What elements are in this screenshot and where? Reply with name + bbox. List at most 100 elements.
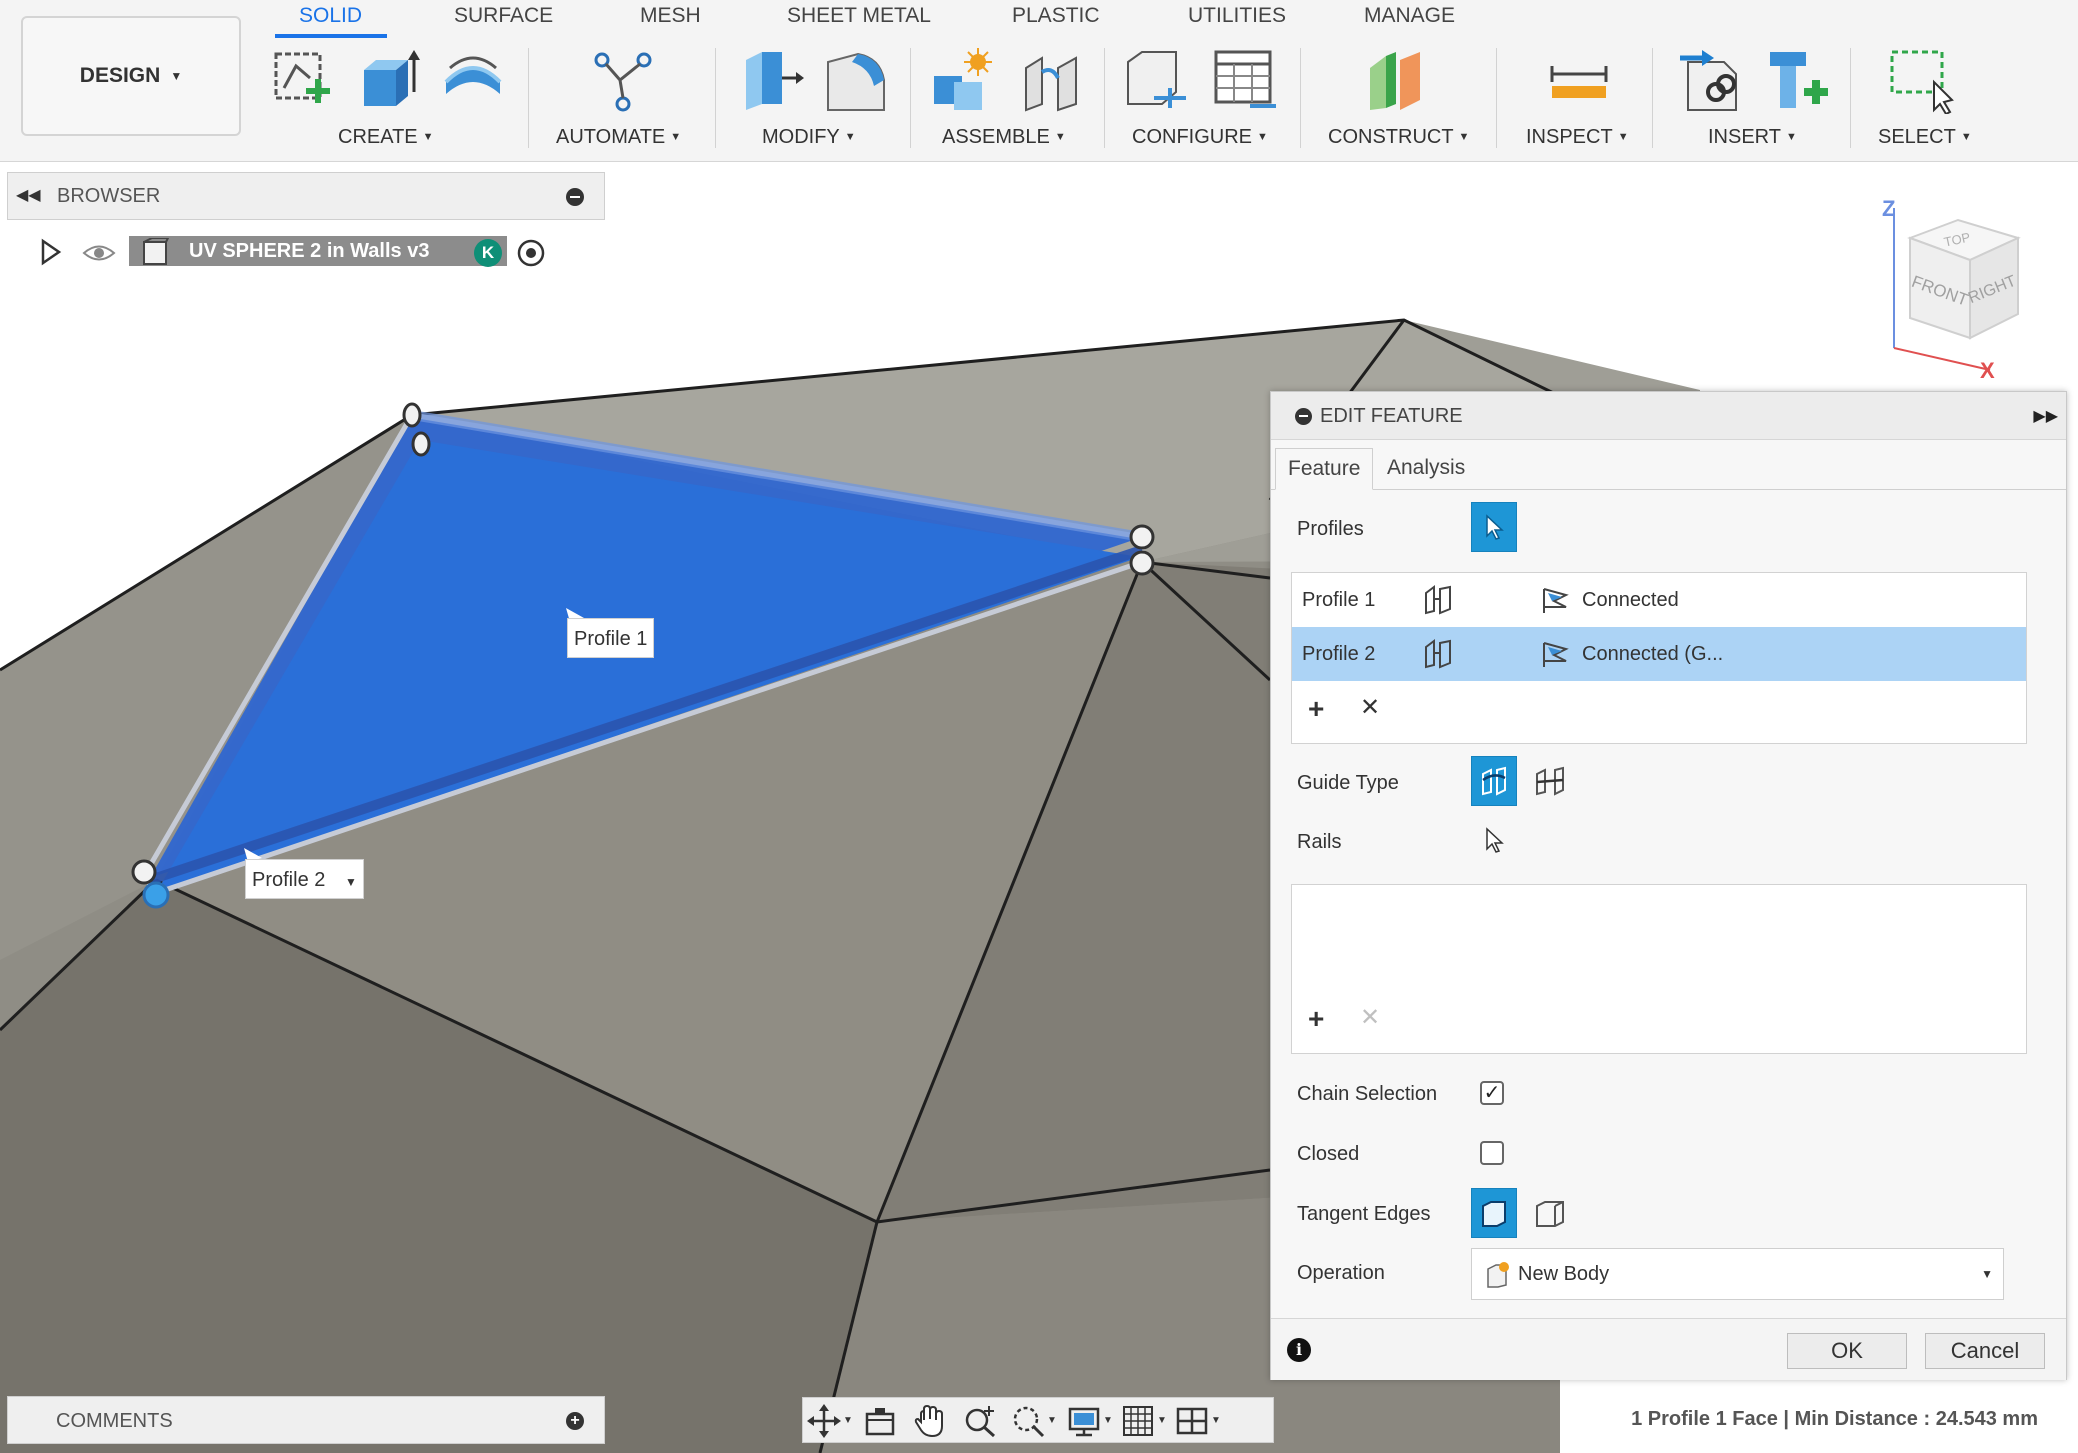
collapse-panel-icon[interactable]: ◀◀ [16,185,41,205]
chevron-down-icon: ▼ [670,131,682,143]
guide-type-rails-button[interactable] [1471,756,1517,806]
measure-icon[interactable] [1546,48,1612,114]
comments-title: COMMENTS [56,1410,173,1432]
assemble-group[interactable]: ASSEMBLE ▼ [942,126,1066,149]
workspace-label: DESIGN [79,64,161,87]
tab-mesh[interactable]: MESH [640,4,701,28]
tangent-edges-keep-button[interactable] [1527,1188,1573,1238]
end-condition-icon[interactable] [1540,639,1574,669]
look-at-icon[interactable] [863,1404,897,1438]
remove-profile-icon[interactable]: ✕ [1360,693,1380,722]
profile-condition[interactable]: Connected (G... [1582,643,1723,666]
zoom-icon[interactable] [963,1404,997,1438]
add-comment-icon[interactable]: + [566,1412,584,1430]
view-cube[interactable]: Z X TOP FRONT RIGHT [1880,198,2040,383]
activate-radio-icon[interactable] [516,238,546,268]
profile-orientation-icon[interactable] [1420,639,1454,669]
modify-group[interactable]: MODIFY ▼ [762,126,856,149]
cursor-arrow-icon [1486,514,1504,540]
orbit-icon[interactable] [807,1404,841,1438]
operation-dropdown[interactable]: New Body ▼ [1471,1248,2004,1300]
joint-icon[interactable] [1018,48,1084,114]
chevron-down-icon: ▼ [844,131,856,143]
minimize-icon[interactable] [566,188,584,206]
minimize-dialog-icon[interactable] [1295,408,1312,425]
end-condition-icon[interactable] [1540,585,1574,615]
fit-window-icon[interactable] [1011,1404,1045,1438]
tab-analysis[interactable]: Analysis [1375,448,1477,490]
profile-condition[interactable]: Connected [1582,589,1679,612]
chevron-down-icon: ▼ [1617,131,1629,143]
chevron-down-icon[interactable]: ▼ [1103,1415,1113,1426]
configure-icon[interactable] [1124,48,1190,114]
inspect-label: INSPECT [1526,126,1613,148]
automate-group[interactable]: AUTOMATE ▼ [556,126,681,149]
document-name[interactable]: UV SPHERE 2 in Walls v3 [129,236,507,266]
cancel-button[interactable]: Cancel [1925,1333,2045,1369]
profile-row-2[interactable]: Profile 2 Connected (G... [1292,627,2026,681]
axis-x-label: X [1980,358,1995,383]
eye-visibility-icon[interactable] [82,242,116,264]
insert-derive-icon[interactable] [1678,48,1744,114]
rails-select-button[interactable] [1471,816,1517,866]
info-icon[interactable]: i [1287,1338,1311,1362]
chain-selection-checkbox[interactable]: ✓ [1480,1081,1504,1105]
dialog-title: EDIT FEATURE [1320,405,1463,427]
rails-label: Rails [1297,831,1342,853]
new-body-icon [1487,1262,1509,1288]
browser-root-node[interactable]: UV SPHERE 2 in Walls v3 K [38,232,558,272]
tab-feature[interactable]: Feature [1275,448,1374,490]
extrude-icon[interactable] [356,48,422,114]
dialog-header: EDIT FEATURE ▶▶ [1271,392,2066,440]
insert-mcmaster-icon[interactable] [1766,48,1832,114]
tab-utilities[interactable]: UTILITIES [1188,4,1286,28]
chevron-down-icon[interactable]: ▼ [843,1415,853,1426]
select-window-icon[interactable] [1888,48,1954,114]
configuration-table-icon[interactable] [1212,48,1278,114]
profiles-select-button[interactable] [1471,502,1517,552]
select-group[interactable]: SELECT ▼ [1878,126,1972,149]
profile-name: Profile 2 [1302,643,1376,665]
inspect-group[interactable]: INSPECT ▼ [1526,126,1629,149]
closed-checkbox[interactable] [1480,1141,1504,1165]
construct-group[interactable]: CONSTRUCT ▼ [1328,126,1469,149]
guide-type-centerline-button[interactable] [1527,756,1573,806]
comments-panel[interactable]: COMMENTS + [7,1396,605,1444]
press-pull-icon[interactable] [738,48,804,114]
automate-icon[interactable] [590,48,656,114]
chevron-down-icon[interactable]: ▼ [1157,1415,1167,1426]
profile-orientation-icon[interactable] [1420,585,1454,615]
construct-plane-icon[interactable] [1364,48,1430,114]
add-rail-icon[interactable]: + [1308,1003,1324,1035]
create-group[interactable]: CREATE ▼ [338,126,434,149]
collaborator-avatar[interactable]: K [474,239,502,267]
profile-row-1[interactable]: Profile 1 Connected [1292,573,2026,627]
pan-hand-icon[interactable] [913,1404,947,1438]
viewports-icon[interactable] [1175,1404,1209,1438]
navigation-bar: ▼ ▼ ▼ ▼ ▼ [802,1397,1274,1443]
ok-button[interactable]: OK [1787,1333,1907,1369]
fillet-icon[interactable] [822,48,888,114]
tab-manage[interactable]: MANAGE [1364,4,1455,28]
create-sketch-icon[interactable] [270,48,336,114]
tab-plastic[interactable]: PLASTIC [1012,4,1100,28]
chevron-down-icon[interactable]: ▼ [1211,1415,1221,1426]
profile-1-tag[interactable]: Profile 1 [567,618,655,658]
new-component-icon[interactable] [930,48,996,114]
chevron-down-icon[interactable]: ▼ [1047,1415,1057,1426]
configure-group[interactable]: CONFIGURE ▼ [1132,126,1268,149]
tab-solid[interactable]: SOLID [299,4,362,28]
insert-group[interactable]: INSERT ▼ [1708,126,1797,149]
tab-surface[interactable]: SURFACE [454,4,553,28]
expand-dialog-icon[interactable]: ▶▶ [2033,406,2058,426]
grid-settings-icon[interactable] [1121,1404,1155,1438]
revolve-icon[interactable] [440,48,506,114]
workspace-switcher[interactable]: DESIGN ▼ [21,16,241,136]
tangent-edges-merge-button[interactable] [1471,1188,1517,1238]
add-profile-icon[interactable]: + [1308,693,1324,725]
keep-tangent-edges-icon [1536,1201,1564,1227]
display-settings-icon[interactable] [1067,1404,1101,1438]
profile-2-tag[interactable]: Profile 2 ▼ [245,859,364,899]
tab-sheet-metal[interactable]: SHEET METAL [787,4,931,28]
expand-arrow-icon[interactable] [40,238,62,266]
